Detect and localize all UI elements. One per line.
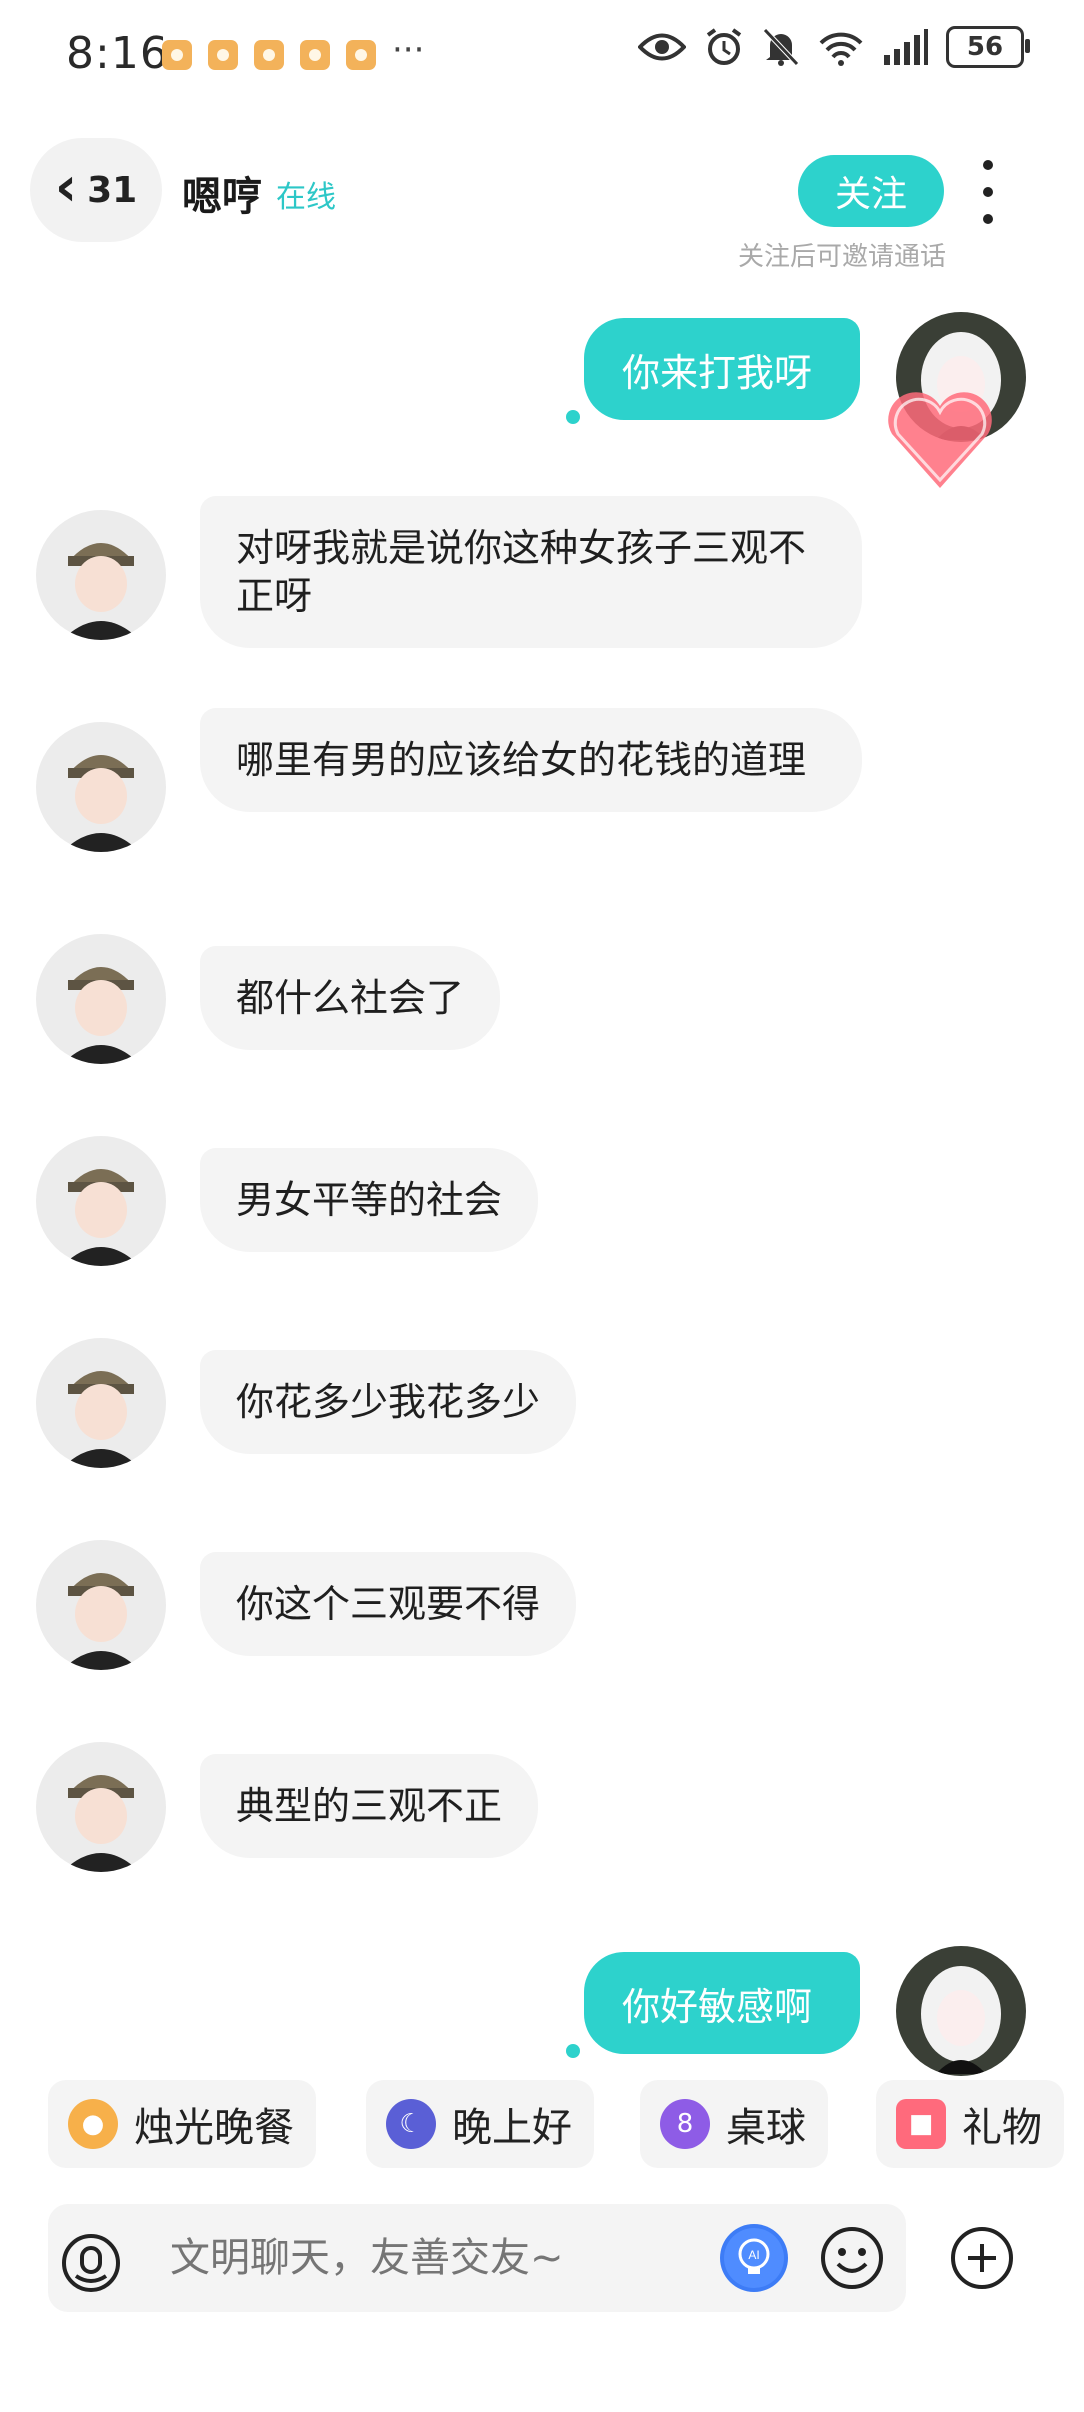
chevron-left-icon: ‹ [54,155,78,218]
signal-icon [884,29,928,65]
read-status-dot [566,2044,580,2058]
online-status: 在线 [276,180,336,215]
moon-icon: ☾ [386,2099,436,2149]
heart-sticker-icon [888,392,992,488]
quick-action-billiards[interactable]: 8 桌球 [640,2080,828,2168]
contact-avatar[interactable] [36,1338,166,1468]
message-bubble-incoming[interactable]: 典型的三观不正 [200,1754,539,1858]
contact-avatar[interactable] [36,1742,166,1872]
chip-label: 晚上好 [452,2105,572,2151]
app-notification-icon [162,40,192,70]
contact-avatar[interactable] [36,1540,166,1670]
clock: 8:16 [66,28,169,79]
chip-label: 桌球 [726,2105,806,2151]
message-bubble-incoming[interactable]: 你花多少我花多少 [200,1350,577,1454]
message-bubble-outgoing[interactable]: 你来打我呀 [584,318,860,420]
alarm-icon [706,28,742,65]
candlelight-dinner-icon: ● [68,2099,118,2149]
message-bubble-incoming[interactable]: 你这个三观要不得 [200,1552,577,1656]
app-notification-icon [254,40,284,70]
status-bar: 8:16 ··· 56 [0,0,1084,110]
notification-icons [162,40,376,70]
message-bubble-incoming[interactable]: 对呀我就是说你这种女孩子三观不正呀 [200,496,862,648]
gift-icon: ■ [896,2099,946,2149]
contact-name[interactable]: 嗯哼 [182,164,262,222]
chip-label: 烛光晚餐 [134,2105,294,2151]
battery-indicator: 56 [946,26,1030,68]
billiard-ball-icon: 8 [660,2099,710,2149]
my-avatar[interactable] [896,1946,1026,2076]
app-notification-icon [300,40,330,70]
eye-icon [638,33,686,61]
wifi-icon [819,32,863,66]
app-notification-icon [346,40,376,70]
message-bubble-outgoing[interactable]: 你好敏感啊 [584,1952,860,2054]
app-notification-icon [208,40,238,70]
follow-hint: 关注后可邀请通话 [738,242,947,272]
emoji-icon[interactable] [818,2224,886,2292]
add-attachment-icon[interactable] [948,2224,1016,2292]
ai-assistant-icon[interactable]: AI [720,2224,788,2292]
message-bubble-incoming[interactable]: 男女平等的社会 [200,1148,539,1252]
svg-text:AI: AI [748,2248,759,2262]
message-bubble-incoming[interactable]: 哪里有男的应该给女的花钱的道理 [200,708,862,812]
more-notifications-icon: ··· [392,30,425,70]
contact-avatar[interactable] [36,722,166,852]
contact-avatar[interactable] [36,934,166,1064]
message-bubble-incoming[interactable]: 都什么社会了 [200,946,501,1050]
contact-avatar[interactable] [36,510,166,640]
chip-label: 礼物 [962,2105,1042,2151]
mute-bell-icon [763,28,799,66]
message-input[interactable] [168,2234,692,2282]
follow-button[interactable]: 关注 [798,155,944,227]
back-button[interactable]: ‹ 31 [30,138,162,242]
contact-avatar[interactable] [36,1136,166,1266]
quick-action-gift[interactable]: ■ 礼物 [876,2080,1064,2168]
more-options-icon[interactable] [966,160,1010,224]
read-status-dot [566,410,580,424]
unread-count: 31 [87,169,138,211]
quick-action-good-evening[interactable]: ☾ 晚上好 [366,2080,594,2168]
system-icons: 56 [638,26,1030,68]
quick-action-candlelight-dinner[interactable]: ● 烛光晚餐 [48,2080,316,2168]
voice-toggle-icon[interactable] [60,2232,122,2294]
